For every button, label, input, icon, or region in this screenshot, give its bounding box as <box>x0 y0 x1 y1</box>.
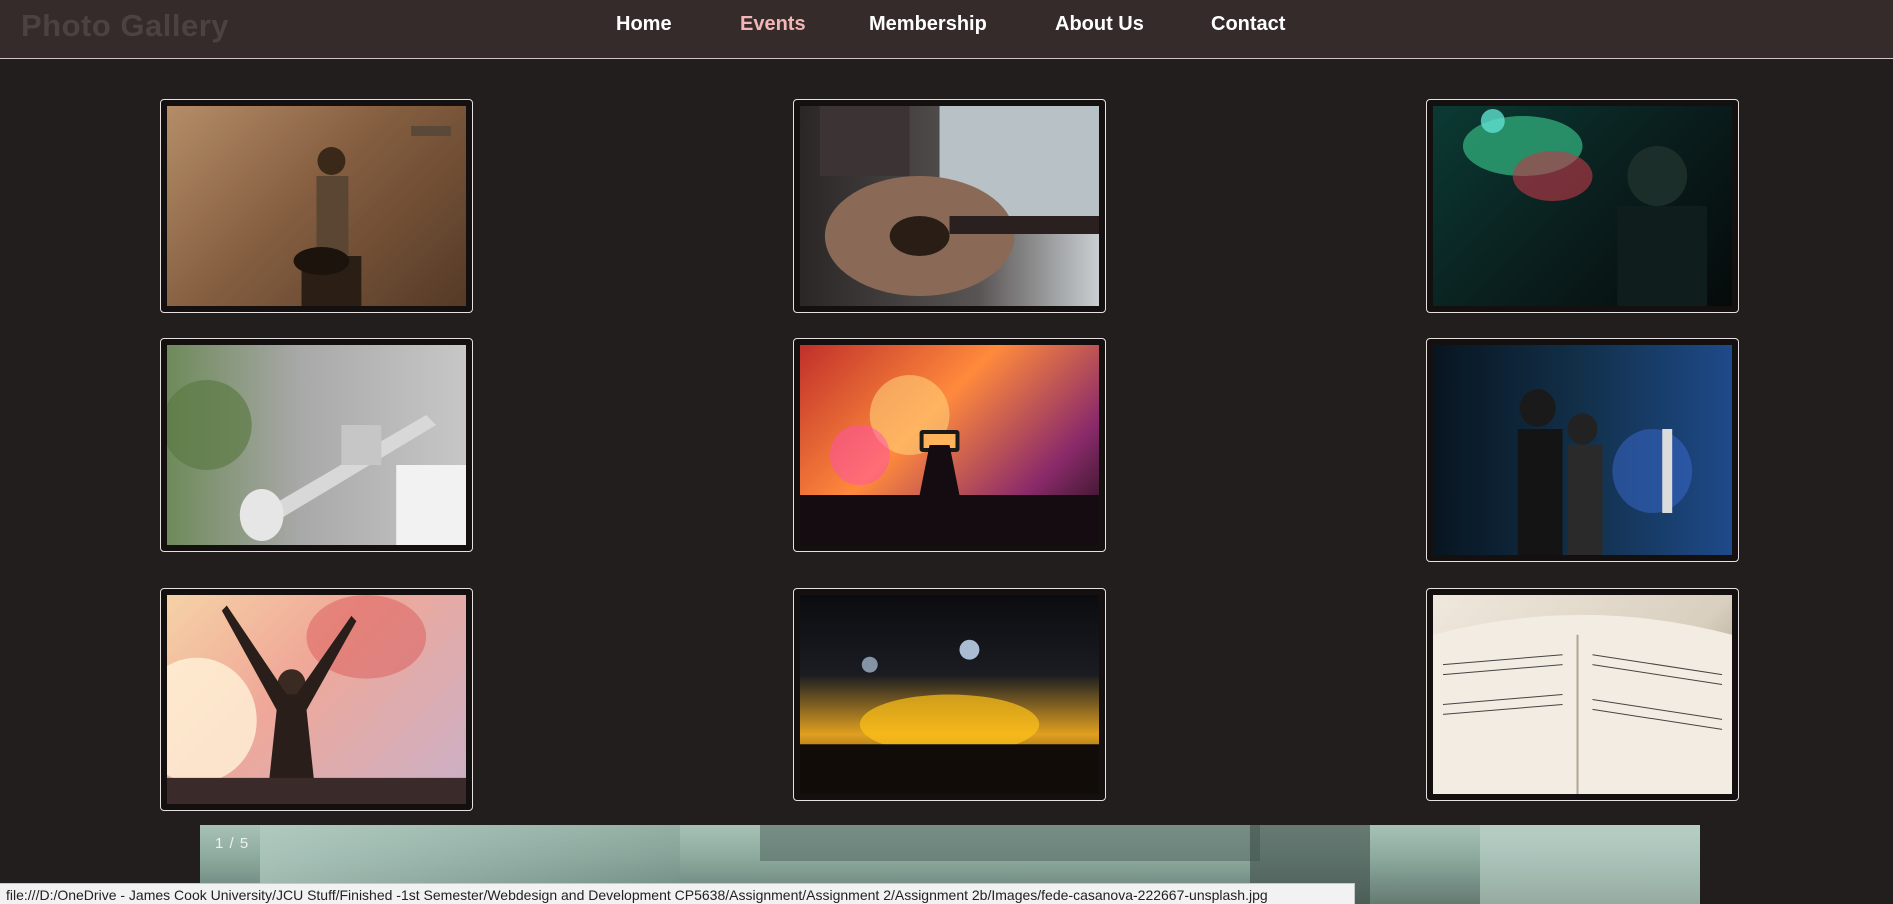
gallery-image-crowd-blue-stage[interactable] <box>1426 338 1739 562</box>
nav-contact-link[interactable]: Contact <box>1211 13 1285 36</box>
gallery-image-acoustic-guitar[interactable] <box>793 99 1106 313</box>
nav-about-link[interactable]: About Us <box>1055 13 1144 36</box>
gallery-image-sheet-music[interactable] <box>1426 588 1739 801</box>
nav-home-link[interactable]: Home <box>616 13 672 36</box>
nav-membership-link[interactable]: Membership <box>869 13 987 36</box>
gallery-image-singer-guitar[interactable] <box>160 99 473 313</box>
gallery-image-concert-phone[interactable] <box>793 338 1106 552</box>
gallery-image-dancing-woman[interactable] <box>160 588 473 811</box>
navbar: Photo Gallery Home Events Membership Abo… <box>0 0 1893 59</box>
nav-menu: Home Events Membership About Us Contact <box>0 0 1893 48</box>
browser-status-url: file:///D:/OneDrive - James Cook Univers… <box>0 883 1355 904</box>
slide-counter: 1 / 5 <box>215 835 250 852</box>
gallery-image-stage-crowd-yellow[interactable] <box>793 588 1106 801</box>
nav-events-link[interactable]: Events <box>740 13 806 36</box>
gallery-image-singer-green-lights[interactable] <box>1426 99 1739 313</box>
gallery-image-trumpet[interactable] <box>160 338 473 552</box>
